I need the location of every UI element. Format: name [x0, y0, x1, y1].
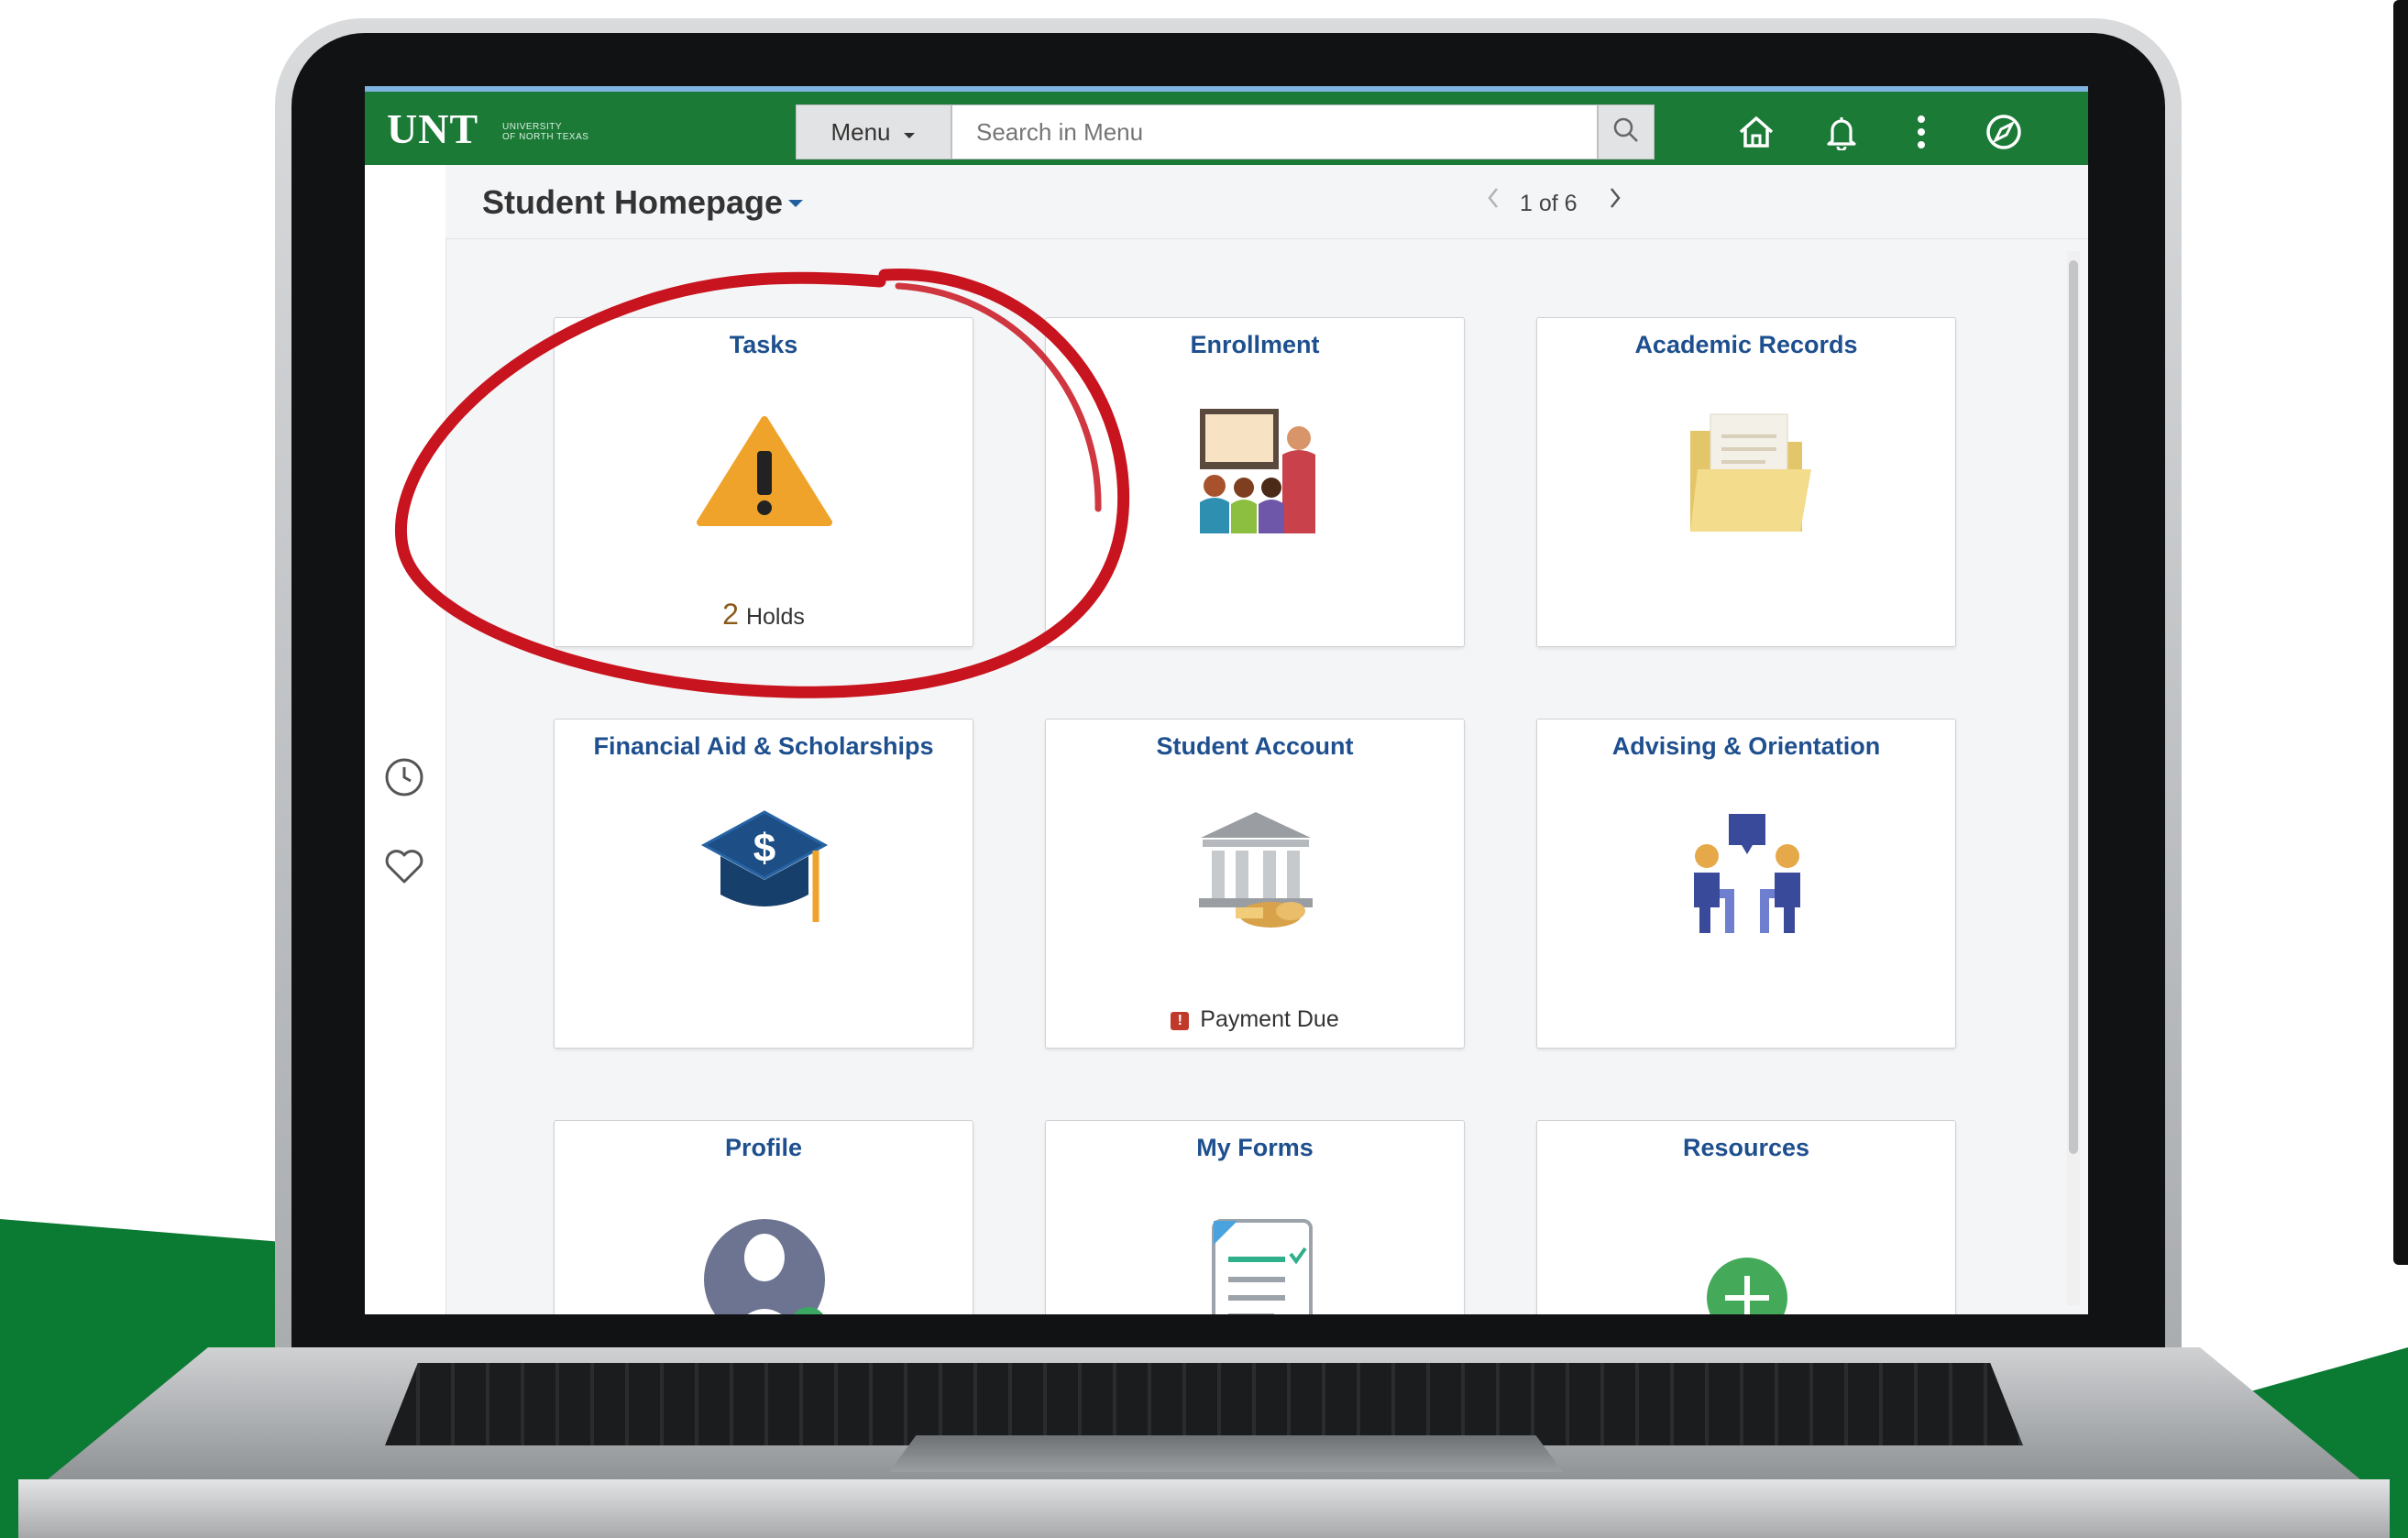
pager-prev-button[interactable]: [1486, 185, 1501, 218]
tile-title: Profile: [724, 1134, 803, 1161]
bell-icon[interactable]: [1816, 108, 1867, 156]
tile-profile[interactable]: Profile: [554, 1120, 973, 1314]
alert-flag-icon: !: [1171, 1012, 1190, 1030]
tile-resources[interactable]: Resources: [1536, 1120, 1956, 1314]
scrollbar-thumb[interactable]: [2069, 260, 2078, 1154]
heart-icon[interactable]: [381, 843, 427, 889]
tile-title: Academic Records: [1634, 331, 1858, 358]
graduation-cap-dollar-icon: $: [664, 791, 865, 956]
bank-icon: [1155, 791, 1357, 956]
payment-due-label: Payment Due: [1200, 1006, 1339, 1032]
tile-my-forms[interactable]: My Forms: [1045, 1120, 1465, 1314]
caret-down-icon[interactable]: [786, 183, 805, 220]
unt-logo-subtext: UNIVERSITY OF NORTH TEXAS: [502, 122, 589, 142]
laptop-screen: UNT UNIVERSITY OF NORTH TEXAS Menu Searc…: [365, 86, 2088, 1314]
forms-icon: [1155, 1192, 1357, 1314]
tile-financial-aid[interactable]: Financial Aid & Scholarships $: [554, 719, 973, 1049]
pager-text: 1 of 6: [1520, 191, 1578, 216]
tile-title: Financial Aid & Scholarships: [593, 732, 934, 760]
tile-academic-records[interactable]: Academic Records: [1536, 317, 1956, 647]
svg-text:$: $: [753, 826, 775, 871]
tile-title: Tasks: [729, 331, 798, 358]
left-rail: [365, 165, 446, 1314]
tile-advising[interactable]: Advising & Orientation: [1536, 719, 1956, 1049]
tile-title: Resources: [1682, 1134, 1810, 1161]
warning-icon: [664, 390, 865, 555]
more-vertical-icon[interactable]: [1896, 108, 1947, 156]
profile-icon: [664, 1192, 865, 1314]
home-icon[interactable]: [1731, 108, 1782, 156]
page-scrollbar[interactable]: [2067, 251, 2080, 1305]
search-icon: [1612, 116, 1640, 148]
compass-icon[interactable]: [1978, 108, 2029, 156]
advising-icon: [1646, 791, 1848, 956]
tile-title: Enrollment: [1190, 331, 1320, 358]
chevron-down-icon: [902, 118, 917, 147]
background-dark-edge: [2393, 0, 2408, 1265]
tile-student-account[interactable]: Student Account ! Payment Due: [1045, 719, 1465, 1049]
page-title[interactable]: Student Homepage: [482, 183, 783, 222]
top-header-bar: UNT UNIVERSITY OF NORTH TEXAS Menu: [365, 86, 2088, 165]
tile-title: Student Account: [1156, 732, 1354, 760]
search-input[interactable]: [951, 104, 1598, 159]
tile-footer: ! Payment Due: [1046, 1006, 1464, 1033]
tile-title: My Forms: [1196, 1134, 1314, 1161]
holds-label: Holds: [745, 604, 805, 630]
clock-icon[interactable]: [381, 754, 427, 800]
menu-button-label: Menu: [830, 117, 891, 146]
menu-button[interactable]: Menu: [796, 104, 951, 159]
tile-title: Advising & Orientation: [1611, 732, 1881, 760]
tile-tasks[interactable]: Tasks 2 Holds: [554, 317, 973, 647]
unt-logo[interactable]: UNT: [387, 104, 478, 153]
tile-enrollment[interactable]: Enrollment: [1045, 317, 1465, 647]
folder-icon: [1646, 390, 1848, 555]
search-button[interactable]: [1598, 104, 1655, 159]
holds-count: 2: [722, 598, 739, 631]
page-title-bar: Student Homepage 1 of 6: [445, 165, 2088, 239]
tile-footer: 2 Holds: [555, 598, 973, 632]
laptop-keyboard: [385, 1363, 2023, 1445]
laptop-trackpad: [889, 1435, 1563, 1472]
pager-next-button[interactable]: [1608, 185, 1622, 218]
plus-circle-icon: [1646, 1192, 1848, 1314]
classroom-icon: [1155, 390, 1357, 555]
laptop-base-lip: [18, 1479, 2390, 1538]
